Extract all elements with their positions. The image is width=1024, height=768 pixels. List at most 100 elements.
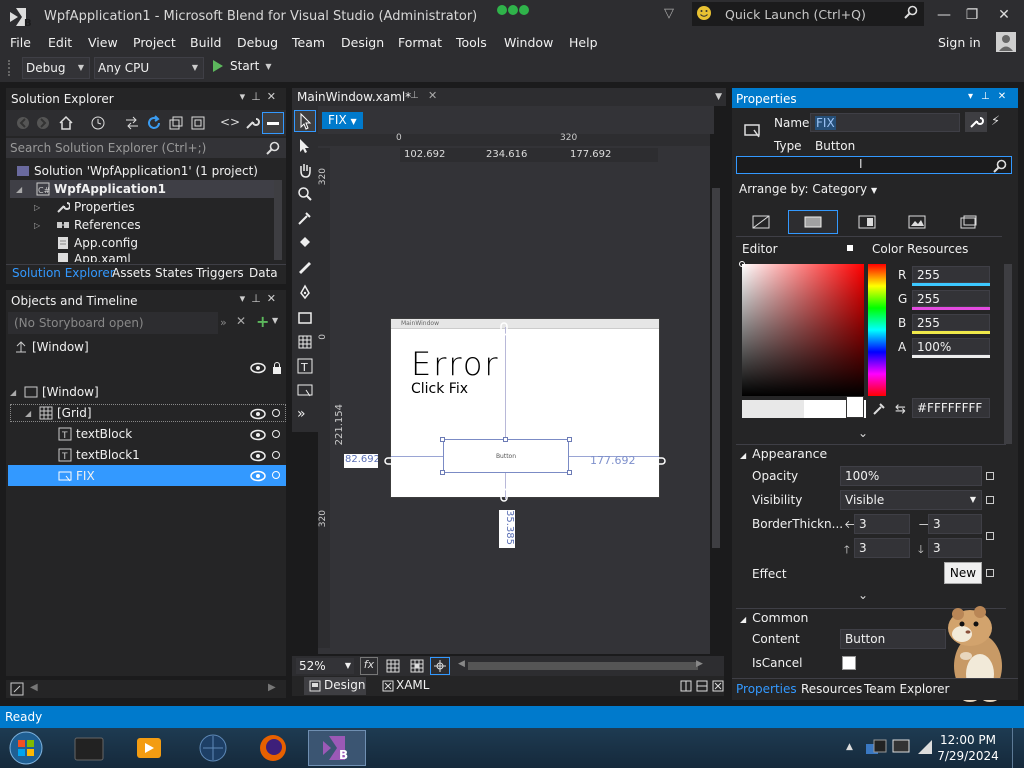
- tab-resources[interactable]: Resources: [801, 682, 862, 696]
- effects-toggle-icon[interactable]: fx: [360, 657, 378, 675]
- pin-icon[interactable]: ⊥: [251, 90, 267, 103]
- color-saturation-field[interactable]: [739, 261, 864, 396]
- common-section[interactable]: ◢ Common: [740, 610, 808, 625]
- eye-icon[interactable]: [250, 429, 266, 441]
- dropdown-icon[interactable]: ▾: [240, 292, 252, 305]
- tree-properties[interactable]: ▷ Properties: [34, 198, 135, 216]
- selection-tool-icon[interactable]: [294, 110, 316, 132]
- editor-tab[interactable]: Editor: [742, 242, 778, 256]
- show-all-files-icon[interactable]: [190, 115, 206, 131]
- configuration-dropdown[interactable]: Debug ▼: [22, 57, 90, 79]
- advanced-options-marker[interactable]: [986, 472, 994, 480]
- left-margin-label[interactable]: 82.692: [344, 454, 378, 468]
- storyboard-picker[interactable]: (No Storyboard open): [8, 312, 218, 334]
- menu-tools[interactable]: Tools: [456, 35, 487, 50]
- property-search-input[interactable]: I: [736, 156, 1012, 174]
- rectangle-tool-icon[interactable]: [297, 310, 313, 326]
- show-desktop-button[interactable]: [1012, 728, 1024, 768]
- resize-handle[interactable]: [567, 470, 572, 475]
- scroll-right-icon[interactable]: ▶: [696, 659, 703, 669]
- feedback-smiley-icon[interactable]: [696, 5, 712, 21]
- menu-project[interactable]: Project: [133, 35, 176, 50]
- expand-appearance-icon[interactable]: ⌄: [858, 588, 868, 602]
- show-hidden-icons[interactable]: ▲: [846, 742, 853, 752]
- color-resources-tab[interactable]: Color Resources: [872, 242, 968, 256]
- lock-toggle-dot[interactable]: [272, 471, 280, 479]
- color-picker-handle[interactable]: [739, 261, 745, 267]
- sync-icon[interactable]: [124, 115, 140, 131]
- tree-solution[interactable]: Solution 'WpfApplication1' (1 project): [16, 162, 258, 180]
- border-right-field[interactable]: 3: [928, 514, 982, 534]
- close-icon[interactable]: ✕: [267, 292, 282, 305]
- advanced-options-marker[interactable]: [986, 569, 994, 577]
- resize-handle[interactable]: [440, 437, 445, 442]
- chevron-down-icon[interactable]: ▼: [272, 316, 278, 325]
- blue-channel-slider[interactable]: [912, 331, 990, 334]
- close-icon[interactable]: ✕: [267, 90, 282, 103]
- right-margin-label[interactable]: 177.692: [590, 454, 636, 467]
- expanded-arrow-icon[interactable]: ◢: [10, 185, 24, 194]
- search-icon[interactable]: [266, 141, 280, 155]
- margin-link-icon[interactable]: [499, 322, 509, 336]
- direct-select-tool-icon[interactable]: [298, 138, 312, 154]
- gradient-tool-icon[interactable]: [297, 260, 313, 276]
- new-storyboard-icon[interactable]: +: [256, 312, 269, 331]
- red-channel-field[interactable]: 255: [912, 266, 990, 283]
- swap-colors-icon[interactable]: ⇆: [895, 402, 906, 417]
- search-icon[interactable]: [904, 5, 918, 19]
- dropdown-icon[interactable]: ▾: [240, 90, 252, 103]
- eye-icon[interactable]: [250, 408, 266, 420]
- split-horizontal-icon[interactable]: [696, 680, 708, 692]
- lock-icon[interactable]: [272, 362, 282, 374]
- lock-toggle-dot[interactable]: [272, 451, 280, 459]
- tab-design-view[interactable]: Design: [304, 677, 366, 695]
- preview-selected-icon[interactable]: [262, 112, 284, 134]
- tray-display-icon[interactable]: [892, 738, 912, 756]
- minimize-button[interactable]: —: [930, 4, 958, 26]
- eye-icon[interactable]: [250, 450, 266, 462]
- menu-team[interactable]: Team: [292, 35, 325, 50]
- eyedropper-icon[interactable]: [872, 402, 886, 416]
- tree-app-xaml[interactable]: App.xaml: [56, 252, 131, 262]
- close-storyboard-icon[interactable]: ✕: [236, 314, 246, 328]
- name-field[interactable]: FIX: [810, 113, 960, 132]
- hex-color-field[interactable]: #FFFFFFFF: [912, 398, 990, 418]
- tree-textblock[interactable]: T textBlock: [58, 425, 132, 443]
- expanded-arrow-icon[interactable]: ◢: [10, 388, 24, 397]
- border-top-field[interactable]: 3: [854, 538, 910, 558]
- tray-action-center-icon[interactable]: [864, 738, 888, 758]
- gradient-brush-icon[interactable]: [858, 215, 876, 229]
- solid-brush-icon[interactable]: [788, 210, 838, 234]
- button-tool-icon[interactable]: [297, 382, 313, 398]
- new-effect-button[interactable]: New: [944, 562, 982, 584]
- scroll-left-icon[interactable]: ◀: [458, 659, 465, 669]
- filter-icon[interactable]: ▽: [664, 6, 674, 21]
- no-brush-icon[interactable]: [752, 215, 770, 229]
- tray-network-icon[interactable]: [916, 738, 934, 756]
- zoom-tool-icon[interactable]: [297, 186, 313, 202]
- tab-properties[interactable]: Properties: [736, 682, 797, 696]
- menu-view[interactable]: View: [88, 35, 118, 50]
- toolbar-grip[interactable]: [8, 60, 12, 76]
- collapsed-arrow-icon[interactable]: ▷: [34, 203, 48, 212]
- split-vertical-icon[interactable]: [680, 680, 692, 692]
- lock-toggle-dot[interactable]: [272, 409, 280, 417]
- collapsed-arrow-icon[interactable]: ▷: [34, 221, 48, 230]
- tree-project[interactable]: ◢ C# WpfApplication1: [10, 180, 274, 198]
- forward-icon[interactable]: [36, 116, 50, 130]
- taskbar-app-media-player[interactable]: [120, 730, 178, 766]
- appearance-section[interactable]: ◢ Appearance: [740, 446, 827, 461]
- menu-debug[interactable]: Debug: [237, 35, 278, 50]
- tree-textblock1[interactable]: T textBlock1: [58, 446, 140, 464]
- red-channel-slider[interactable]: [912, 283, 990, 286]
- grid-layout-tool-icon[interactable]: [297, 334, 313, 350]
- tree-fix-button[interactable]: FIX: [8, 465, 286, 486]
- assets-tool-icon[interactable]: »: [297, 406, 306, 422]
- collapse-pane-icon[interactable]: [712, 680, 724, 692]
- close-button[interactable]: ✕: [990, 4, 1018, 26]
- canvas-horizontal-scrollbar[interactable]: [468, 662, 698, 670]
- home-icon[interactable]: [58, 115, 74, 131]
- resize-handle[interactable]: [567, 437, 572, 442]
- tree-window[interactable]: ◢ [Window]: [10, 383, 99, 401]
- vertical-scrollbar[interactable]: [274, 180, 282, 260]
